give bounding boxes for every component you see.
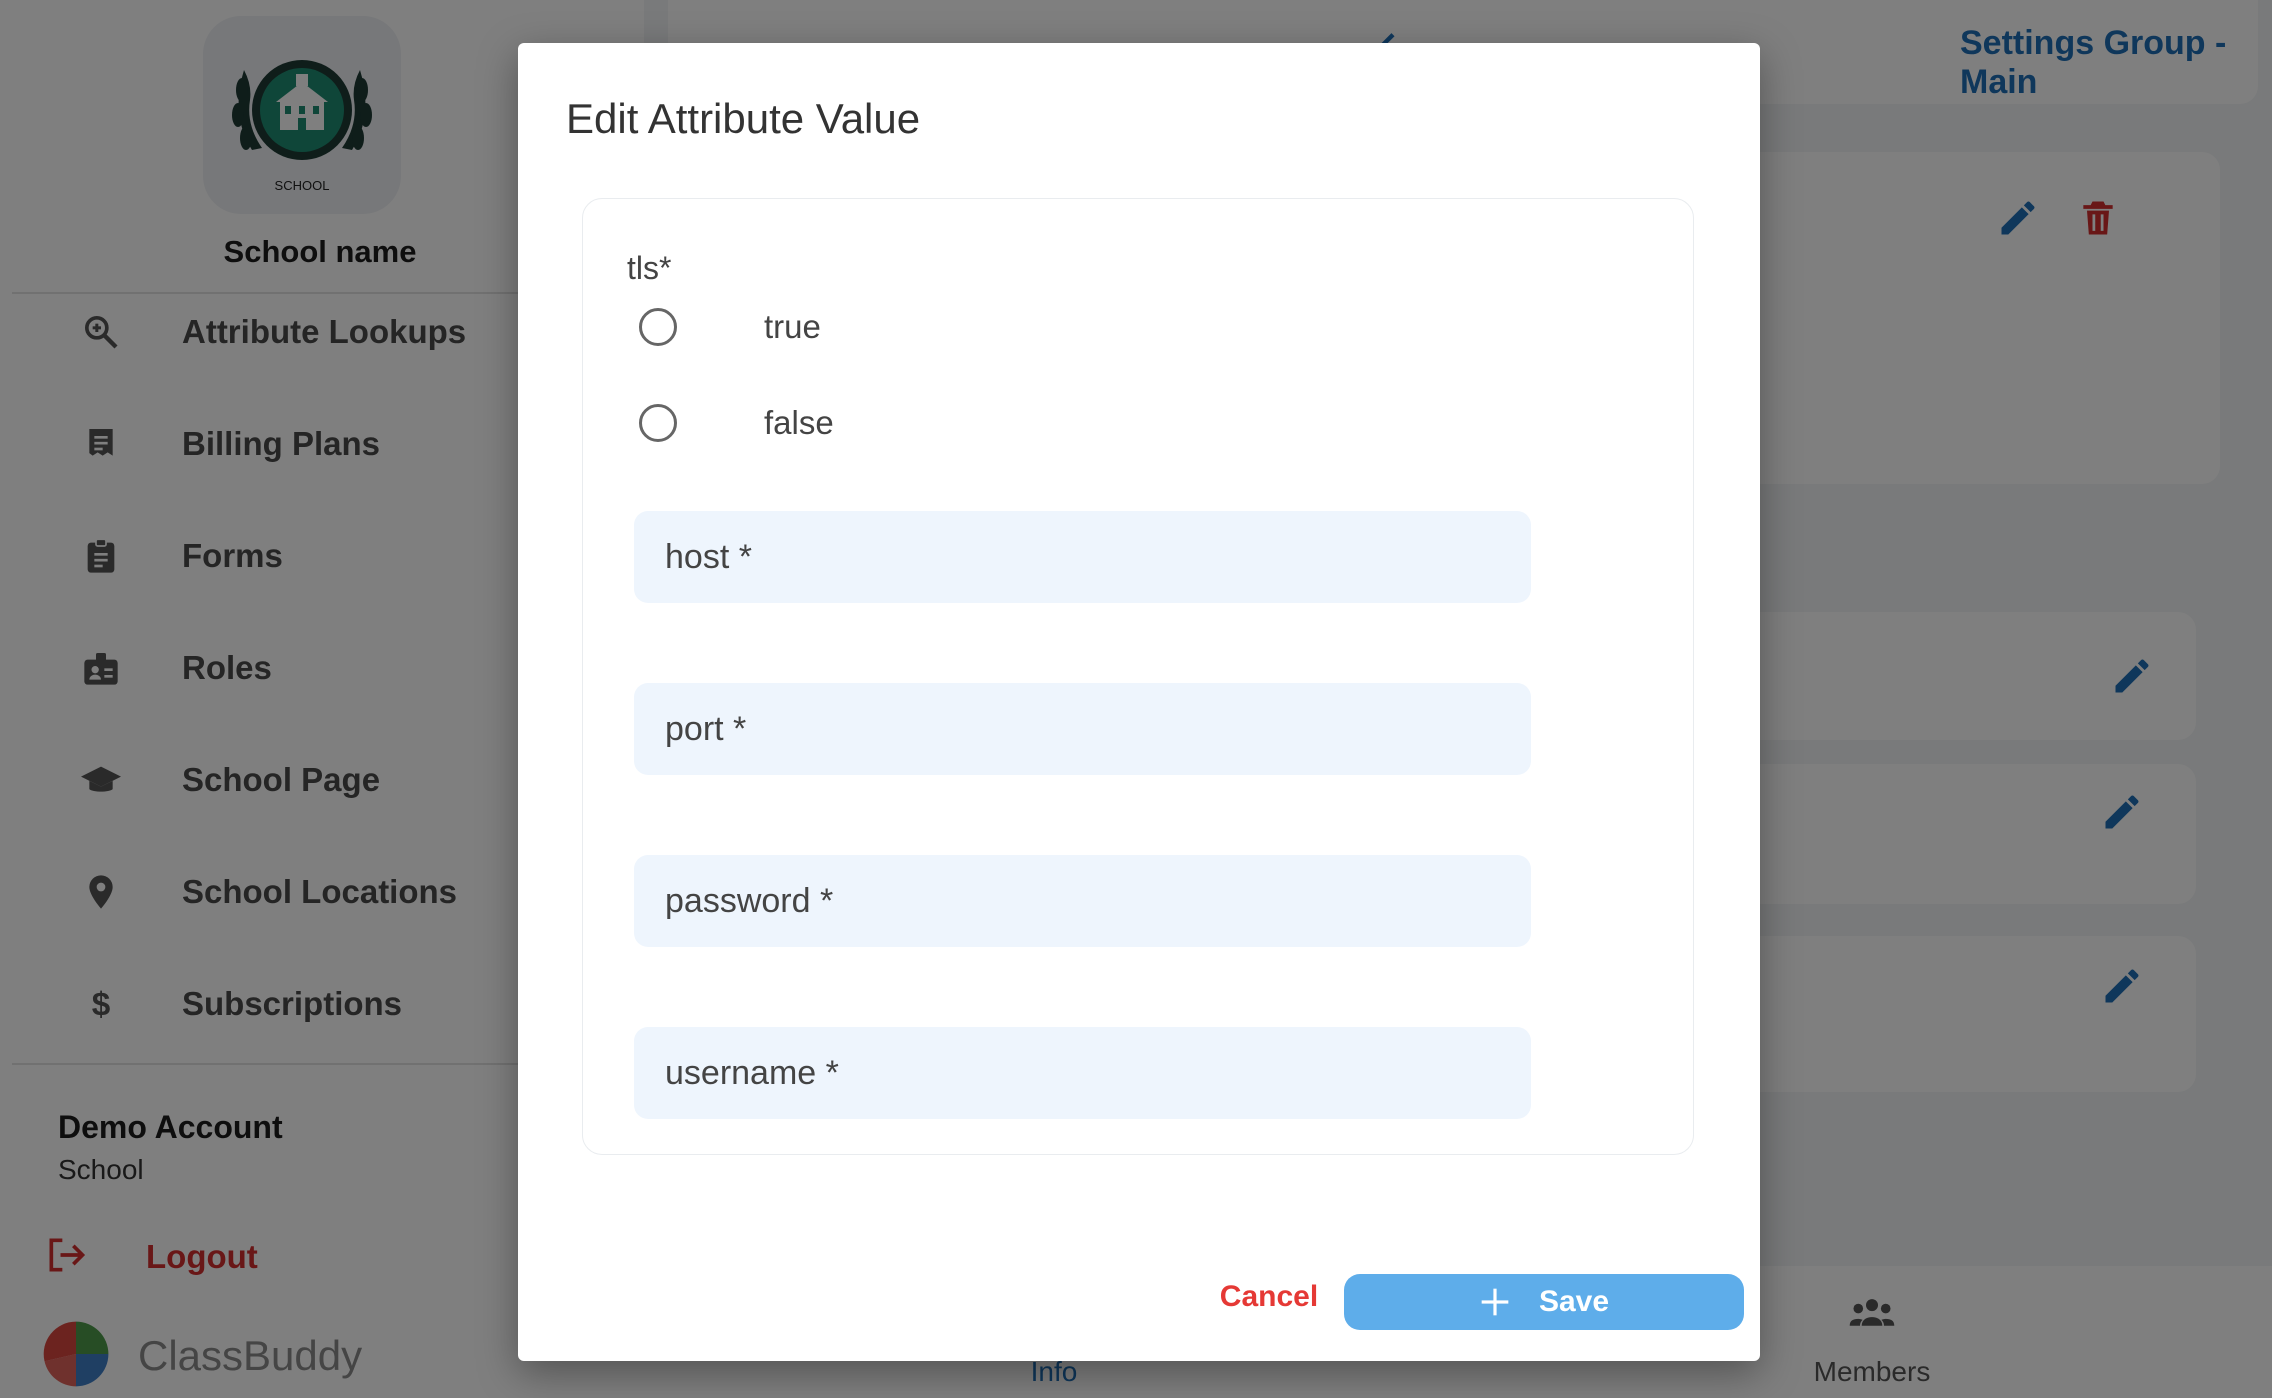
edit-attribute-dialog: Edit Attribute Value tls* true false Can… <box>518 43 1760 1361</box>
port-input[interactable] <box>634 683 1531 775</box>
save-button[interactable]: Save <box>1344 1274 1744 1330</box>
tls-label: tls* <box>627 250 672 286</box>
cancel-button[interactable]: Cancel <box>1204 1272 1334 1322</box>
radio-button-icon[interactable] <box>639 308 677 346</box>
dialog-title: Edit Attribute Value <box>566 95 921 142</box>
password-field[interactable] <box>634 855 1531 947</box>
radio-button-icon[interactable] <box>639 404 677 442</box>
username-input[interactable] <box>634 1027 1531 1119</box>
tls-false-radio[interactable]: false <box>627 393 1127 453</box>
password-input[interactable] <box>634 855 1531 947</box>
attribute-form: tls* true false <box>582 198 1694 1155</box>
host-input[interactable] <box>634 511 1531 603</box>
save-label: Save <box>1538 1285 1610 1318</box>
tls-true-radio[interactable]: true <box>627 297 1127 357</box>
radio-label: true <box>764 308 821 345</box>
port-field[interactable] <box>634 683 1531 775</box>
plus-icon <box>1481 1288 1509 1316</box>
radio-label: false <box>764 404 834 441</box>
host-field[interactable] <box>634 511 1531 603</box>
username-field[interactable] <box>634 1027 1531 1119</box>
